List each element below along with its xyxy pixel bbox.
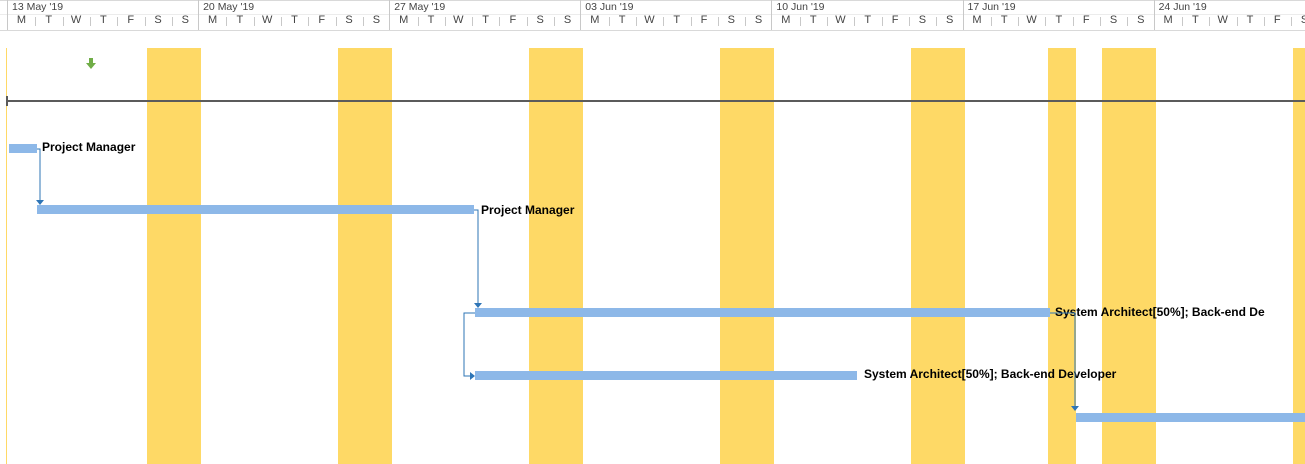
gantt-chart[interactable]: 13 May '19 M T W T F S S 20 May '19 M T W T F S S 27 May… xyxy=(0,0,1305,464)
dependency-links xyxy=(36,148,1079,411)
